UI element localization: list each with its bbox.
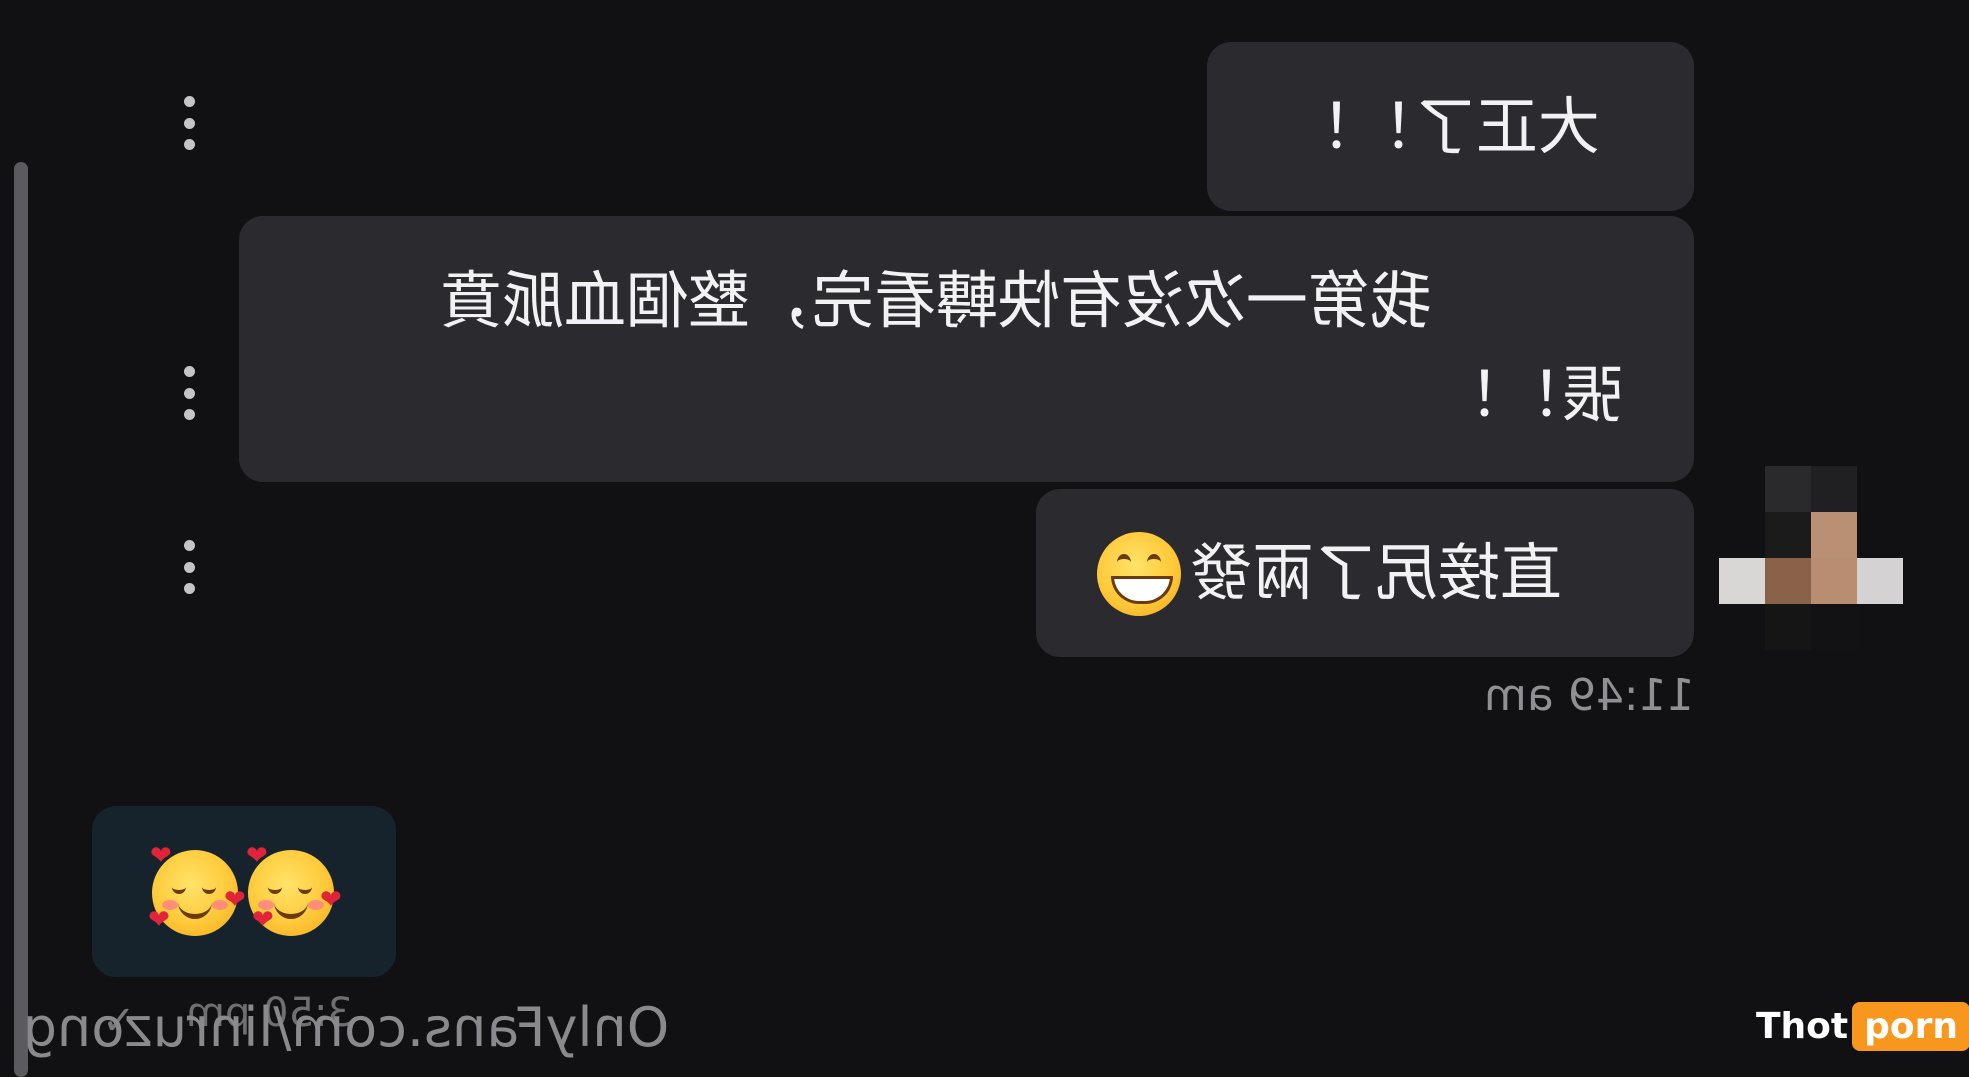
heart-icon: ❤ (320, 885, 342, 915)
message-menu-icon[interactable] (177, 96, 201, 150)
heart-icon: ❤ (224, 885, 246, 915)
dot (183, 366, 195, 377)
dot (183, 387, 195, 399)
heart-icon: ❤ (246, 841, 268, 871)
watermark: OnlyFans.com/linruzong (22, 996, 670, 1059)
message-text-1: 大正了！！ (1290, 90, 1601, 163)
site-logo: Thot porn (1756, 1000, 1969, 1052)
message-text-3: 直接尻了兩發 (1190, 536, 1563, 609)
heart-icon: ❤ (252, 905, 274, 935)
dot (183, 540, 195, 551)
dot (183, 583, 195, 594)
message-menu-icon[interactable] (177, 366, 201, 420)
message-text-2-line2: 張！！ (1438, 358, 1625, 431)
grinning-face-icon (1097, 532, 1181, 616)
message-timestamp: 11:49 am (1484, 670, 1695, 721)
message-text-2-line1: 我第一次沒有快轉看完，整個血脈賁 (440, 264, 1433, 337)
logo-text-part2: porn (1852, 1001, 1969, 1051)
pixelated-avatar[interactable] (1719, 466, 1903, 650)
dot (183, 117, 195, 129)
dot (183, 561, 195, 573)
dot (183, 409, 195, 420)
dot (183, 139, 195, 150)
logo-text-part1: Thot (1756, 1005, 1849, 1047)
scrollbar[interactable] (14, 162, 28, 1077)
message-menu-icon[interactable] (177, 540, 201, 594)
heart-icon: ❤ (148, 905, 170, 935)
chat-screen: 大正了！！ 我第一次沒有快轉看完，整個血脈賁 張！！ 直接尻了兩發 11:49 … (0, 0, 1969, 1077)
heart-icon: ❤ (150, 841, 172, 871)
dot (183, 96, 195, 107)
